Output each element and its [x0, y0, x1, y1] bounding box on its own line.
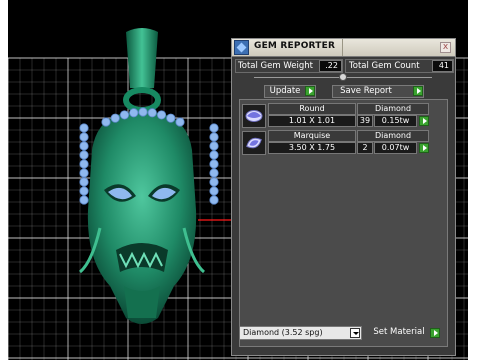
gem-bead [209, 168, 219, 178]
gem-bead [110, 113, 120, 123]
gem-bead [79, 123, 89, 133]
save-report-label: Save Report [340, 86, 392, 96]
gem-size: 1.01 X 1.01 [268, 115, 356, 127]
gem-bead [209, 150, 219, 160]
panel-title: GEM REPORTER [254, 41, 336, 51]
slider-handle[interactable] [339, 73, 347, 81]
gem-shape: Round [268, 103, 356, 115]
gem-bead [209, 159, 219, 169]
gem-size: 3.50 X 1.75 [268, 142, 356, 154]
gem-count: 2 [357, 142, 373, 154]
gem-bead [156, 110, 167, 120]
gem-bead [209, 186, 219, 196]
play-arrow-icon[interactable] [419, 143, 429, 153]
gem-bead [119, 110, 130, 120]
panel-titlebar[interactable]: GEM REPORTER x [232, 39, 455, 57]
material-select[interactable]: Diamond (3.52 spg) [239, 326, 362, 340]
gem-reporter-panel: GEM REPORTER x Total Gem Weight .22 Tota… [231, 38, 456, 356]
gem-count: 39 [357, 115, 373, 127]
total-count-value: 41 [432, 60, 453, 72]
gem-bead [79, 195, 89, 205]
save-report-button[interactable]: Save Report [332, 85, 424, 98]
chevron-down-icon[interactable] [350, 328, 360, 338]
update-button[interactable]: Update [264, 85, 316, 98]
gem-row-marquise[interactable]: Marquise Diamond 3.50 X 1.75 2 0.07tw [241, 130, 446, 156]
total-weight-box: Total Gem Weight .22 [235, 59, 343, 73]
marquise-gem-icon [242, 131, 266, 155]
gem-row-round[interactable]: Round Diamond 1.01 X 1.01 39 0.15tw [241, 103, 446, 129]
gem-bead [147, 108, 157, 118]
stage: GEM REPORTER x Total Gem Weight .22 Tota… [0, 0, 480, 360]
gem-shape: Marquise [268, 130, 356, 142]
play-arrow-icon [305, 86, 315, 96]
close-icon[interactable]: x [440, 42, 451, 53]
gem-bead [166, 113, 176, 123]
play-arrow-icon[interactable] [419, 116, 429, 126]
gem-material: Diamond [357, 130, 429, 142]
gem-bead [79, 132, 89, 142]
gem-bead [79, 177, 89, 187]
gem-bead [129, 108, 139, 118]
gem-bead [79, 141, 89, 151]
round-gem-icon [242, 104, 266, 128]
total-count-label: Total Gem Count [349, 61, 420, 71]
gem-weight: 0.07tw [374, 142, 417, 154]
play-arrow-icon [413, 86, 423, 96]
gem-bead [209, 141, 219, 151]
update-label: Update [269, 86, 301, 96]
gem-bead [209, 132, 219, 142]
set-material-button[interactable]: Set Material [369, 327, 443, 340]
gem-bead [138, 107, 148, 117]
gem-bead [209, 195, 219, 205]
gem-list: Round Diamond 1.01 X 1.01 39 0.15tw Marq… [239, 99, 448, 347]
gem-reporter-icon [234, 40, 249, 55]
gem-bead [175, 117, 185, 127]
total-count-box: Total Gem Count 41 [345, 59, 454, 73]
gem-weight: 0.15tw [374, 115, 417, 127]
material-select-value: Diamond (3.52 spg) [243, 328, 323, 337]
gem-bead [79, 150, 89, 160]
total-weight-value: .22 [319, 60, 342, 72]
gem-material: Diamond [357, 103, 429, 115]
gem-bead [209, 177, 219, 187]
set-material-label: Set Material [373, 327, 425, 337]
gem-bead [101, 117, 111, 127]
gem-bead [79, 186, 89, 196]
gem-bead [79, 168, 89, 178]
gem-bead [209, 123, 219, 133]
play-arrow-icon [430, 328, 440, 338]
gem-bead [79, 159, 89, 169]
total-weight-label: Total Gem Weight [238, 61, 313, 71]
